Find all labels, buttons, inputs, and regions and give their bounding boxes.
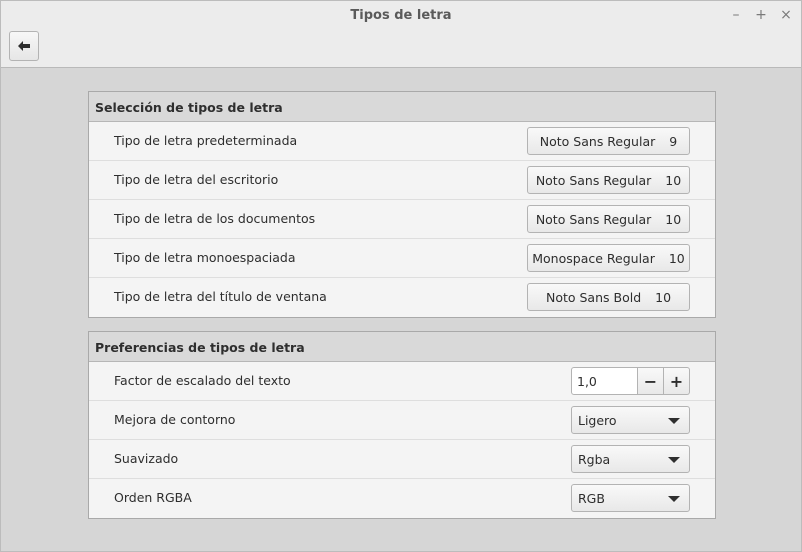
font-name: Noto Sans Regular <box>535 172 652 188</box>
maximize-button[interactable]: + <box>752 6 770 24</box>
font-size: 9 <box>669 133 678 149</box>
window-title: Tipos de letra <box>350 8 452 23</box>
document-font-label: Tipo de letra de los documentos <box>114 211 316 226</box>
font-name: Noto Sans Regular <box>535 211 652 227</box>
text-scaling-label: Factor de escalado del texto <box>114 373 291 388</box>
font-size: 10 <box>665 211 682 227</box>
monospace-font-row: Tipo de letra monoespaciada Monospace Re… <box>89 239 715 278</box>
font-name: Monospace Regular <box>532 250 655 266</box>
font-size: 10 <box>665 172 682 188</box>
header-bar <box>1 31 801 68</box>
antialiasing-dropdown[interactable]: Rgba <box>571 445 690 473</box>
text-scaling-input[interactable]: 1,0 <box>571 367 638 395</box>
font-preferences-heading: Preferencias de tipos de letra <box>89 332 715 362</box>
settings-window: Tipos de letra – + × Selección de tipos … <box>0 0 802 552</box>
window-title-font-label: Tipo de letra del título de ventana <box>114 289 327 304</box>
default-font-row: Tipo de letra predeterminada Noto Sans R… <box>89 122 715 161</box>
hinting-value: Ligero <box>578 413 617 428</box>
chevron-down-icon <box>668 457 680 463</box>
rgba-order-value: RGB <box>578 491 605 506</box>
rgba-order-row: Orden RGBA RGB <box>89 479 715 518</box>
close-button[interactable]: × <box>777 6 795 24</box>
antialiasing-label: Suavizado <box>114 451 179 466</box>
antialiasing-value: Rgba <box>578 452 611 467</box>
minimize-button[interactable]: – <box>727 6 745 24</box>
font-size: 10 <box>668 250 685 266</box>
hinting-row: Mejora de contorno Ligero <box>89 401 715 440</box>
rgba-order-dropdown[interactable]: RGB <box>571 484 690 512</box>
document-font-row: Tipo de letra de los documentos Noto San… <box>89 200 715 239</box>
font-preferences-panel: Preferencias de tipos de letra Factor de… <box>88 331 716 519</box>
increment-button[interactable]: + <box>664 367 690 395</box>
desktop-font-row: Tipo de letra del escritorio Noto Sans R… <box>89 161 715 200</box>
antialiasing-row: Suavizado Rgba <box>89 440 715 479</box>
window-title-font-button[interactable]: Noto Sans Bold 10 <box>527 283 690 311</box>
desktop-font-button[interactable]: Noto Sans Regular 10 <box>527 166 690 194</box>
default-font-button[interactable]: Noto Sans Regular 9 <box>527 127 690 155</box>
document-font-button[interactable]: Noto Sans Regular 10 <box>527 205 690 233</box>
window-title-font-row: Tipo de letra del título de ventana Noto… <box>89 278 715 317</box>
monospace-font-button[interactable]: Monospace Regular 10 <box>527 244 690 272</box>
font-size: 10 <box>655 289 672 305</box>
default-font-label: Tipo de letra predeterminada <box>114 133 298 148</box>
font-name: Noto Sans Regular <box>539 133 656 149</box>
chevron-down-icon <box>668 418 680 424</box>
desktop-font-label: Tipo de letra del escritorio <box>114 172 279 187</box>
font-selection-heading: Selección de tipos de letra <box>89 92 715 122</box>
monospace-font-label: Tipo de letra monoespaciada <box>114 250 296 265</box>
title-bar: Tipos de letra – + × <box>1 1 801 31</box>
decrement-button[interactable]: − <box>638 367 664 395</box>
back-button[interactable] <box>9 31 39 61</box>
chevron-down-icon <box>668 496 680 502</box>
font-selection-panel: Selección de tipos de letra Tipo de letr… <box>88 91 716 318</box>
hinting-dropdown[interactable]: Ligero <box>571 406 690 434</box>
text-scaling-spinner: 1,0 − + <box>571 367 690 395</box>
text-scaling-row: Factor de escalado del texto 1,0 − + <box>89 362 715 401</box>
font-name: Noto Sans Bold <box>545 289 642 305</box>
back-arrow-icon <box>18 39 30 54</box>
hinting-label: Mejora de contorno <box>114 412 236 427</box>
rgba-order-label: Orden RGBA <box>114 490 192 505</box>
